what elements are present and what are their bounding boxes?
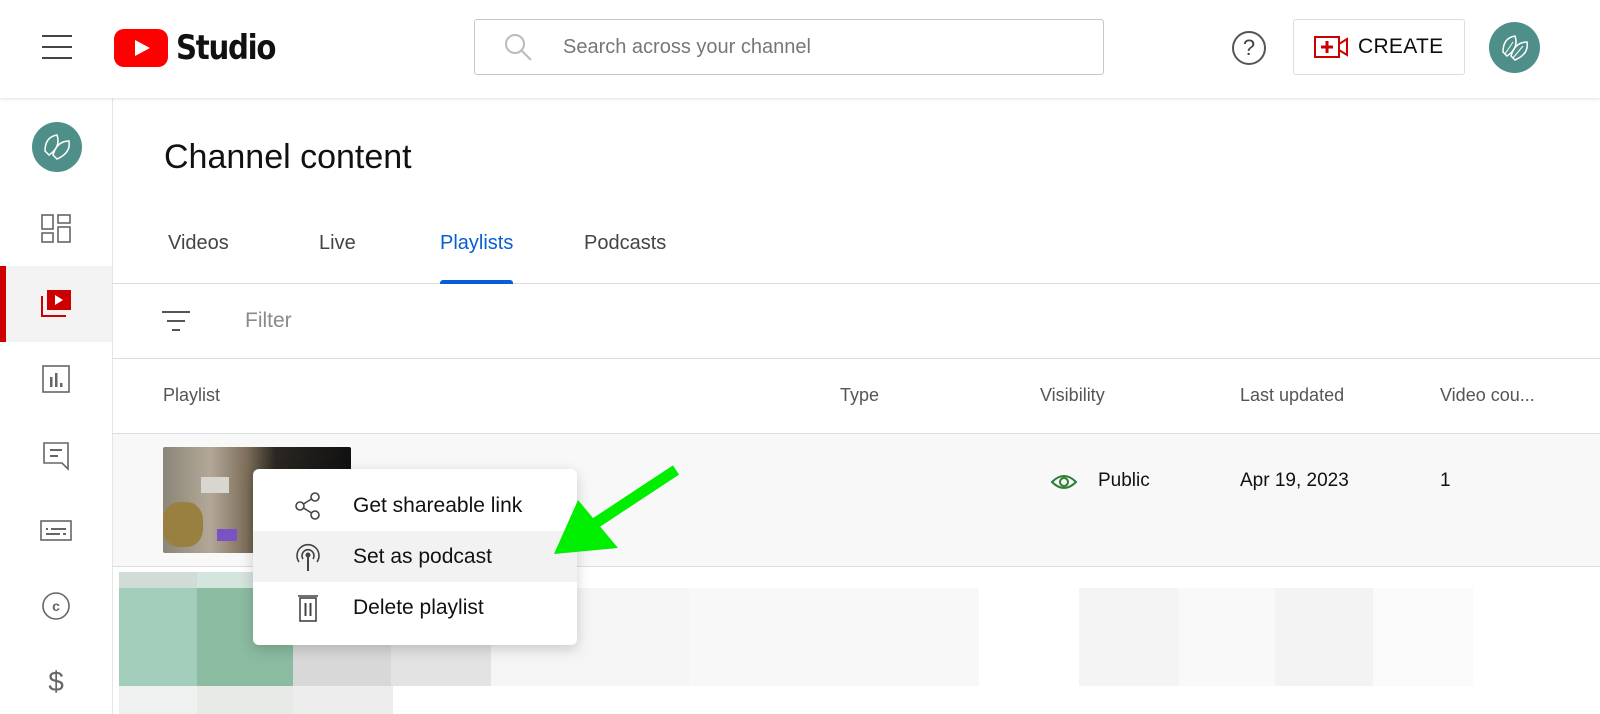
subtitles-icon — [40, 515, 72, 547]
menu-item-label: Get shareable link — [353, 494, 522, 518]
trash-icon — [293, 593, 323, 623]
create-button[interactable]: CREATE — [1293, 19, 1465, 75]
logo-text: Studio — [176, 28, 275, 68]
sidebar-item-subtitles[interactable] — [0, 493, 112, 569]
leaf-icon — [1489, 22, 1540, 73]
create-label: CREATE — [1358, 35, 1443, 59]
menu-item-delete-playlist[interactable]: Delete playlist — [253, 582, 577, 633]
menu-icon[interactable] — [42, 35, 72, 59]
analytics-icon — [40, 363, 72, 395]
sidebar-item-copyright[interactable]: c — [0, 568, 112, 644]
column-header-video-count[interactable]: Video cou... — [1440, 385, 1535, 406]
column-header-last-updated[interactable]: Last updated — [1240, 385, 1344, 406]
svg-text:$: $ — [48, 666, 64, 697]
tab-podcasts[interactable]: Podcasts — [584, 232, 666, 284]
top-header: Studio ? CREATE — [0, 0, 1600, 98]
tab-videos[interactable]: Videos — [168, 232, 229, 284]
sidebar: c $ — [0, 98, 113, 714]
sidebar-item-comments[interactable] — [0, 417, 112, 493]
sidebar-item-earn[interactable]: $ — [0, 643, 112, 714]
sidebar-item-analytics[interactable] — [0, 341, 112, 417]
column-header-playlist[interactable]: Playlist — [163, 385, 220, 406]
tab-playlists[interactable]: Playlists — [440, 232, 513, 284]
menu-item-set-as-podcast[interactable]: Set as podcast — [253, 531, 577, 582]
leaf-icon — [32, 122, 82, 172]
filter-icon[interactable] — [161, 309, 191, 333]
video-count-value: 1 — [1440, 470, 1451, 492]
svg-text:c: c — [52, 598, 60, 614]
search-input[interactable] — [563, 36, 1063, 59]
help-icon[interactable]: ? — [1232, 31, 1266, 65]
tab-live[interactable]: Live — [319, 232, 356, 284]
menu-item-label: Delete playlist — [353, 596, 484, 620]
content-icon — [40, 288, 72, 320]
dollar-icon: $ — [40, 665, 72, 697]
sidebar-item-content[interactable] — [0, 266, 112, 342]
menu-item-get-shareable-link[interactable]: Get shareable link — [253, 480, 577, 531]
copyright-icon: c — [40, 590, 72, 622]
visibility-value: Public — [1098, 470, 1150, 492]
annotation-arrow-icon — [548, 462, 688, 562]
channel-avatar[interactable] — [32, 122, 82, 172]
create-video-icon — [1314, 35, 1348, 59]
account-avatar[interactable] — [1489, 22, 1540, 73]
comments-icon — [40, 439, 72, 471]
page-title: Channel content — [164, 138, 412, 177]
last-updated-value: Apr 19, 2023 — [1240, 470, 1349, 492]
content-tabs: Videos Live Playlists Podcasts — [113, 216, 1600, 284]
search-box[interactable] — [474, 19, 1104, 75]
youtube-logo-icon — [114, 29, 168, 67]
sidebar-item-dashboard[interactable] — [0, 191, 112, 267]
filter-input[interactable] — [245, 309, 845, 333]
podcast-icon — [293, 542, 323, 572]
column-header-visibility[interactable]: Visibility — [1040, 385, 1105, 406]
studio-logo[interactable]: Studio — [114, 28, 291, 68]
search-icon — [503, 32, 533, 62]
playlist-context-menu: Get shareable link Set as podcast Delete… — [253, 469, 577, 645]
eye-icon — [1050, 472, 1078, 492]
menu-item-label: Set as podcast — [353, 545, 492, 569]
table-header: Playlist Type Visibility Last updated Vi… — [113, 360, 1600, 434]
filter-bar — [113, 284, 1600, 359]
share-icon — [293, 491, 323, 521]
column-header-type[interactable]: Type — [840, 385, 879, 406]
dashboard-icon — [40, 213, 72, 245]
